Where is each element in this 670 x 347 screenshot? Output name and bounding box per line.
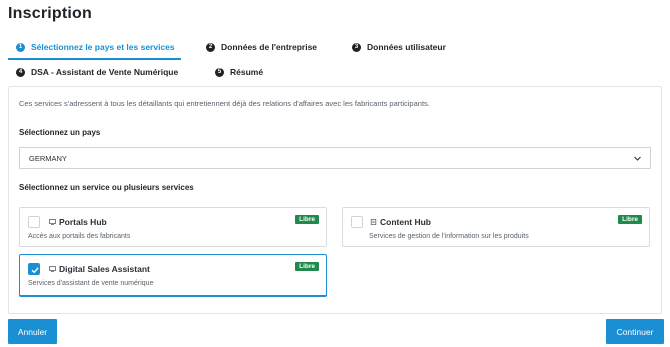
service-title: Portals Hub (59, 217, 107, 227)
free-badge: Libre (295, 215, 319, 224)
service-title: Digital Sales Assistant (59, 264, 150, 274)
checkmark-icon (31, 267, 39, 274)
content-hub-checkbox[interactable] (351, 216, 363, 228)
step-label: Données de l'entreprise (221, 42, 318, 52)
service-description: Services de gestion de l'information sur… (369, 233, 529, 240)
service-description: Accès aux portails des fabricants (28, 233, 131, 240)
document-icon (370, 219, 377, 225)
service-card-digital-sales-assistant[interactable]: Digital Sales Assistant Libre Services d… (19, 254, 327, 297)
monitor-icon (49, 266, 56, 272)
cancel-button[interactable]: Annuler (8, 319, 57, 344)
intro-text: Ces services s'adressent à tous les déta… (19, 99, 430, 108)
monitor-icon (49, 219, 56, 225)
step-number: 1 (16, 42, 25, 52)
portals-hub-checkbox[interactable] (28, 216, 40, 228)
service-card-content-hub[interactable]: Content Hub Libre Services de gestion de… (342, 207, 650, 247)
step-label: Résumé (230, 67, 264, 77)
country-label: Sélectionnez un pays (19, 128, 101, 137)
step-number: 2 (206, 42, 215, 52)
free-badge: Libre (618, 215, 642, 224)
step-number: 5 (215, 67, 224, 77)
step-number: 4 (16, 67, 25, 77)
page-title: Inscription (8, 5, 92, 22)
free-badge: Libre (295, 262, 319, 271)
step-label: Sélectionnez le pays et les services (31, 42, 175, 52)
chevron-down-icon (634, 156, 641, 161)
active-step-indicator (8, 58, 181, 60)
country-selected-value: GERMANY (29, 154, 67, 163)
country-select[interactable]: GERMANY (19, 147, 651, 169)
step-summary[interactable]: 5 Résumé (215, 65, 263, 79)
step-dsa[interactable]: 4 DSA - Assistant de Vente Numérique (16, 65, 178, 79)
step-label: DSA - Assistant de Vente Numérique (31, 67, 179, 77)
service-card-portals-hub[interactable]: Portals Hub Libre Accès aux portails des… (19, 207, 327, 247)
service-description: Services d'assistant de vente numérique (28, 280, 154, 287)
services-label: Sélectionnez un service ou plusieurs ser… (19, 183, 194, 192)
digital-sales-assistant-checkbox[interactable] (28, 263, 40, 275)
step-number: 3 (352, 42, 361, 52)
continue-button[interactable]: Continuer (606, 319, 664, 344)
step-select-country[interactable]: 1 Sélectionnez le pays et les services (16, 40, 175, 54)
step-user-data[interactable]: 3 Données utilisateur (352, 40, 446, 54)
service-title: Content Hub (380, 217, 431, 227)
step-company-data[interactable]: 2 Données de l'entreprise (206, 40, 317, 54)
step-label: Données utilisateur (367, 42, 446, 52)
